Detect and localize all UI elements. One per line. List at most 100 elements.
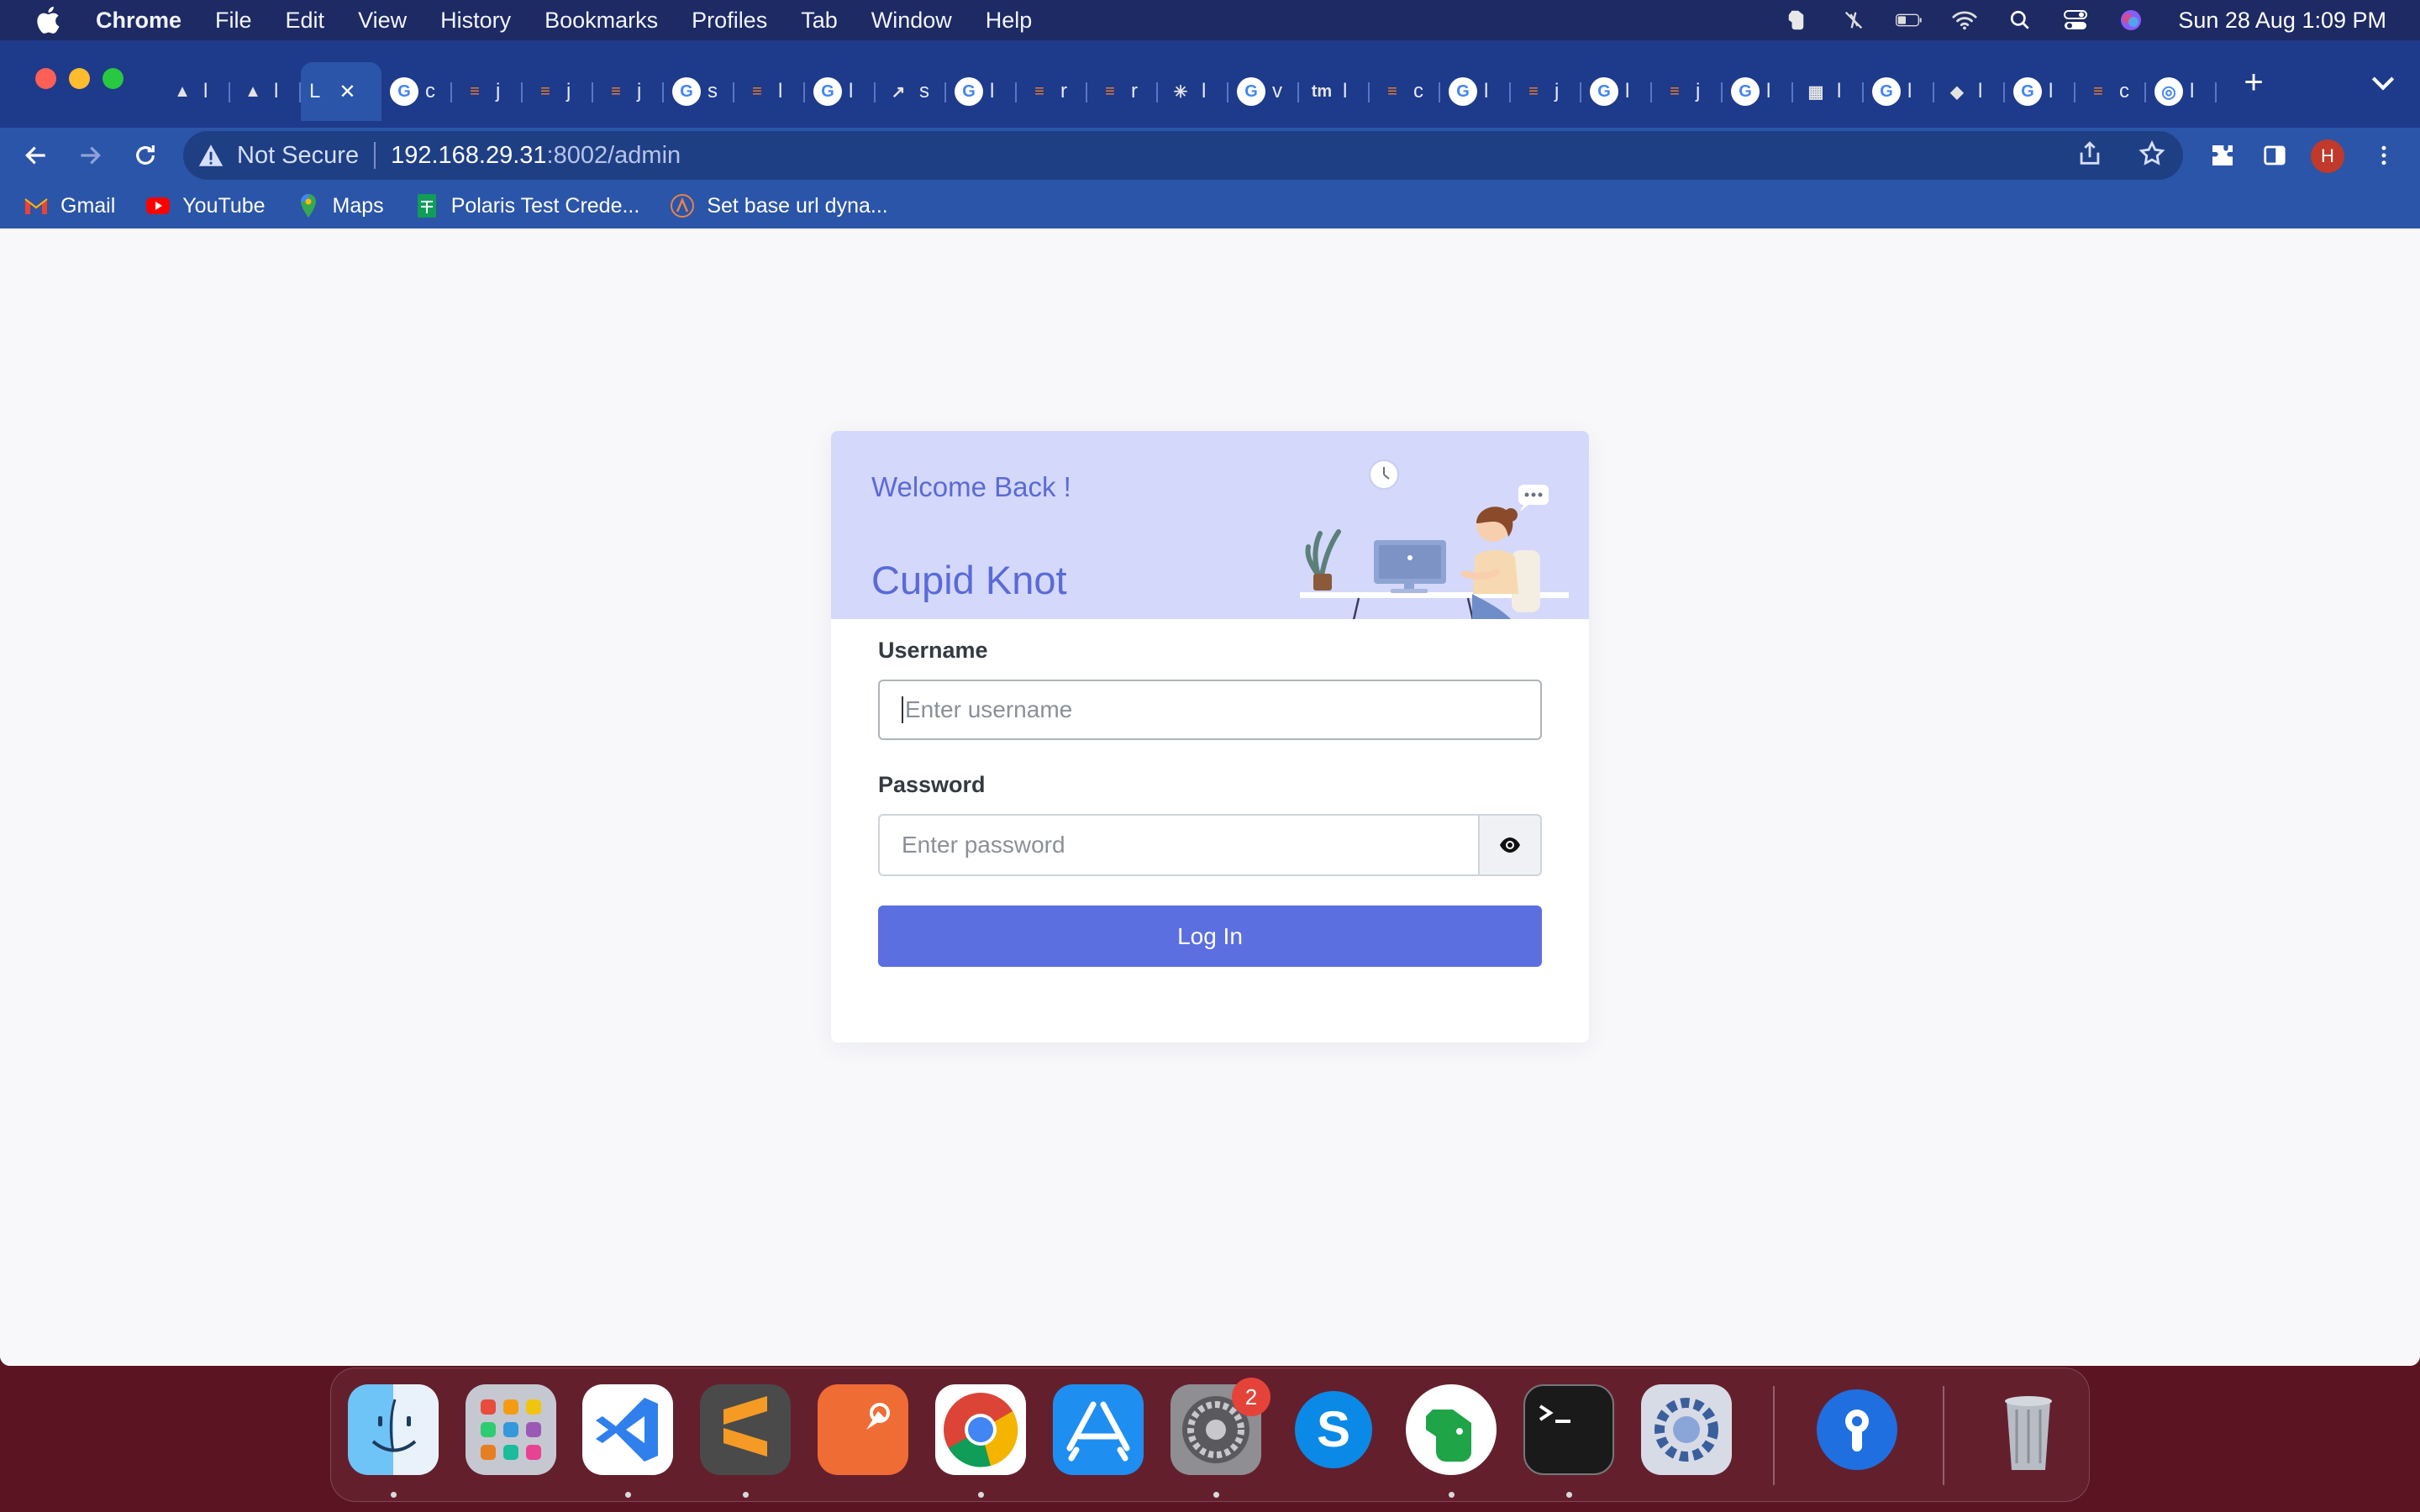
evernote-app-icon[interactable] <box>1406 1384 1497 1475</box>
browser-tab[interactable]: Gc <box>381 62 452 121</box>
browser-tab[interactable]: ↗ s <box>876 62 946 121</box>
menu-edit[interactable]: Edit <box>286 8 325 34</box>
menu-window[interactable]: Window <box>871 8 952 34</box>
menu-help[interactable]: Help <box>986 8 1033 34</box>
running-indicator <box>1566 1492 1572 1498</box>
bookmark-label: Polaris Test Crede... <box>450 193 640 218</box>
browser-tab[interactable]: ≡ c <box>2075 62 2146 121</box>
menu-profiles[interactable]: Profiles <box>692 8 767 34</box>
trash-icon[interactable] <box>1983 1384 2074 1475</box>
menu-history[interactable]: History <box>440 8 511 34</box>
browser-tab[interactable]: ✳ l <box>1158 62 1228 121</box>
diamond-icon: ◆ <box>1950 82 1964 102</box>
bookmark-star-icon[interactable] <box>2138 139 2166 168</box>
browser-tab[interactable]: Gv <box>1228 62 1299 121</box>
tab-title: l <box>849 80 854 102</box>
more-menu-kebab-icon[interactable] <box>2366 138 2402 173</box>
welcome-heading: Welcome Back ! <box>871 471 1071 502</box>
back-arrow-icon[interactable] <box>18 138 54 173</box>
mute-icon[interactable] <box>1840 7 1867 34</box>
app-store-icon[interactable] <box>1053 1384 1144 1475</box>
browser-tab[interactable]: Gl <box>1581 62 1652 121</box>
browser-tab[interactable]: Gl <box>2005 62 2075 121</box>
browser-tab[interactable]: Gs <box>664 62 734 121</box>
evernote-icon[interactable] <box>1785 7 1812 34</box>
menu-file[interactable]: File <box>215 8 252 34</box>
share-icon[interactable] <box>2075 139 2104 168</box>
browser-tab[interactable]: ≡ j <box>452 62 523 121</box>
running-indicator <box>625 1492 631 1498</box>
browser-tab[interactable]: ≡ l <box>734 62 805 121</box>
launchpad-icon[interactable] <box>466 1384 556 1475</box>
postman-app-icon[interactable] <box>818 1384 908 1475</box>
browser-tab[interactable]: ▲ l <box>230 62 301 121</box>
browser-tab[interactable]: ≡ j <box>1652 62 1723 121</box>
page-content: Welcome Back ! Cupid Knot Username Enter… <box>0 228 2420 1366</box>
skype-icon[interactable]: S <box>1288 1384 1379 1475</box>
settings-gear-app-icon[interactable] <box>1641 1384 1732 1475</box>
close-tab-icon[interactable]: ✕ <box>339 80 355 104</box>
browser-tab[interactable]: tm l <box>1299 62 1370 121</box>
reload-icon[interactable] <box>128 138 163 173</box>
browser-tab[interactable]: ≡ r <box>1087 62 1158 121</box>
finder-icon[interactable] <box>348 1384 439 1475</box>
extensions-puzzle-icon[interactable] <box>2205 138 2240 173</box>
username-input[interactable]: Enter username <box>878 680 1542 740</box>
bookmark-label: YouTube <box>182 193 266 218</box>
proxyman-icon[interactable] <box>1812 1384 1902 1475</box>
browser-tab[interactable]: ≡ r <box>1017 62 1087 121</box>
siri-icon[interactable] <box>2118 7 2144 34</box>
tab-search-chevron-down-icon[interactable] <box>2366 66 2400 99</box>
vscode-icon[interactable] <box>582 1384 673 1475</box>
spotlight-icon[interactable] <box>2007 7 2033 34</box>
profile-avatar[interactable]: H <box>2311 139 2344 173</box>
google-icon: G <box>813 77 842 106</box>
browser-tab[interactable]: ▲ l <box>160 62 230 121</box>
bookmark-gmail[interactable]: Gmail <box>24 193 115 218</box>
browser-tab[interactable]: Gl <box>1723 62 1793 121</box>
browser-tab[interactable]: Gl <box>805 62 876 121</box>
menu-tab[interactable]: Tab <box>801 8 838 34</box>
address-divider <box>374 142 376 169</box>
bookmark-maps[interactable]: Maps <box>296 193 384 218</box>
forward-arrow-icon[interactable] <box>72 138 108 173</box>
browser-tab[interactable]: ≡ j <box>523 62 593 121</box>
chrome-app-icon[interactable] <box>935 1384 1026 1475</box>
toggle-password-visibility-button[interactable] <box>1480 814 1542 876</box>
browser-tab[interactable]: Gl <box>1440 62 1511 121</box>
browser-tab[interactable]: Gl <box>946 62 1017 121</box>
apple-logo-icon[interactable] <box>34 4 66 36</box>
wifi-icon[interactable] <box>1951 7 1978 34</box>
log-in-button[interactable]: Log In <box>878 906 1542 967</box>
browser-tab[interactable]: ≡ c <box>1370 62 1440 121</box>
browser-toolbar: Not Secure 192.168.29.31:8002/admin H <box>0 128 2420 183</box>
browser-tab[interactable]: ≡ j <box>593 62 664 121</box>
menu-app-chrome[interactable]: Chrome <box>96 8 182 34</box>
browser-tab[interactable]: ◆ l <box>1934 62 2005 121</box>
browser-tab[interactable]: L ✕ <box>301 62 381 121</box>
side-panel-icon[interactable] <box>2257 138 2292 173</box>
password-input[interactable]: Enter password <box>878 814 1480 876</box>
security-status-label[interactable]: Not Secure <box>237 142 359 170</box>
menu-bar-clock[interactable]: Sun 28 Aug 1:09 PM <box>2178 8 2386 34</box>
close-window-button[interactable] <box>35 68 56 89</box>
address-bar[interactable]: Not Secure 192.168.29.31:8002/admin <box>183 131 2183 180</box>
new-tab-button[interactable]: + <box>2233 62 2274 102</box>
browser-tab[interactable]: Gl <box>1864 62 1934 121</box>
browser-tab[interactable]: ▦ l <box>1793 62 1864 121</box>
menu-view[interactable]: View <box>358 8 407 34</box>
bookmark-polaris-test-credentials[interactable]: Polaris Test Crede... <box>414 193 640 218</box>
minimize-window-button[interactable] <box>69 68 90 89</box>
stackoverflow-icon: ≡ <box>470 81 480 101</box>
zoom-window-button[interactable] <box>103 68 124 89</box>
battery-icon[interactable] <box>1896 7 1923 34</box>
terminal-icon[interactable] <box>1523 1384 1614 1475</box>
control-center-icon[interactable] <box>2062 7 2089 34</box>
bookmark-set-base-url[interactable]: Set base url dyna... <box>670 193 888 218</box>
menu-bookmarks[interactable]: Bookmarks <box>544 8 658 34</box>
browser-tab[interactable]: ≡ j <box>1511 62 1581 121</box>
sublime-text-icon[interactable] <box>700 1384 791 1475</box>
browser-tab[interactable]: ◎ l <box>2146 62 2217 121</box>
bookmark-youtube[interactable]: YouTube <box>145 193 266 218</box>
warning-triangle-icon[interactable] <box>197 141 225 170</box>
